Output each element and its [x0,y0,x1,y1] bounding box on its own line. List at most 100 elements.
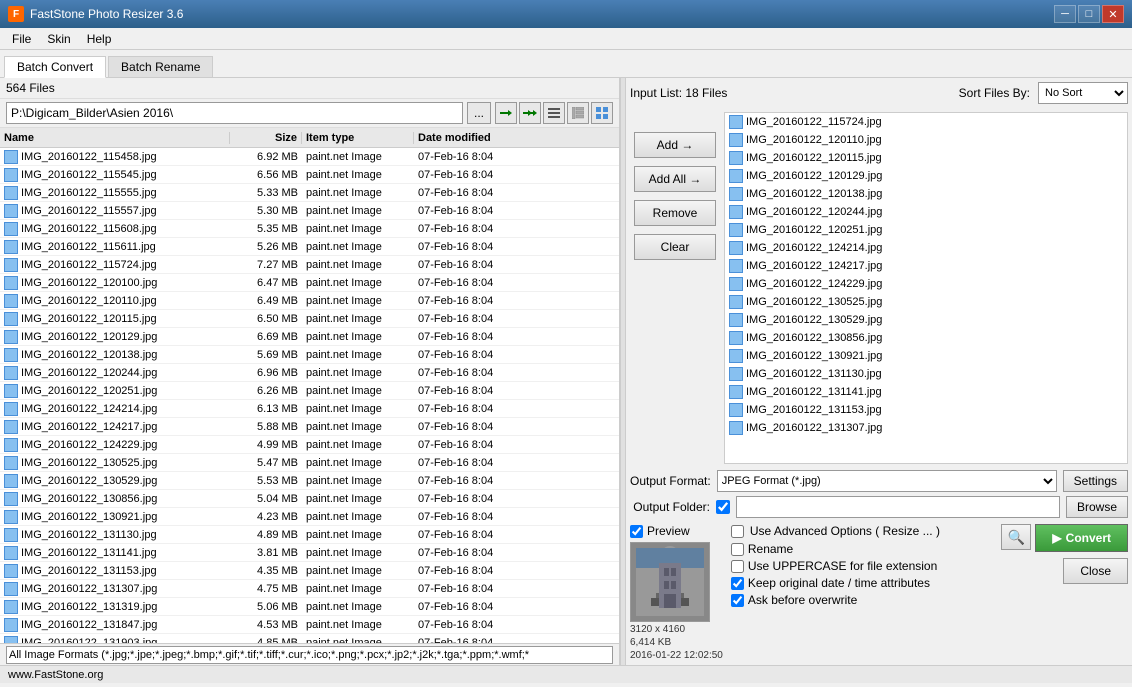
file-icon [4,546,18,560]
list-item[interactable]: IMG_20160122_124217.jpg [725,257,1127,275]
add-button[interactable]: Add → [634,132,716,158]
preview-label: Preview [647,524,690,538]
list-item[interactable]: IMG_20160122_130525.jpg [725,293,1127,311]
menu-file[interactable]: File [4,30,39,48]
table-row[interactable]: IMG_20160122_120251.jpg 6.26 MB paint.ne… [0,382,619,400]
file-date: 07-Feb-16 8:04 [414,439,534,451]
path-input[interactable] [6,102,463,124]
table-row[interactable]: IMG_20160122_124214.jpg 6.13 MB paint.ne… [0,400,619,418]
remove-button[interactable]: Remove [634,200,716,226]
list-item[interactable]: IMG_20160122_120138.jpg [725,185,1127,203]
col-header-name[interactable]: Name [0,132,230,144]
convert-button[interactable]: ▶ Convert [1035,524,1128,552]
table-row[interactable]: IMG_20160122_131903.jpg 4.85 MB paint.ne… [0,634,619,643]
table-row[interactable]: IMG_20160122_115557.jpg 5.30 MB paint.ne… [0,202,619,220]
output-folder-checkbox[interactable] [716,500,730,514]
col-header-size[interactable]: Size [230,132,302,144]
table-row[interactable]: IMG_20160122_120110.jpg 6.49 MB paint.ne… [0,292,619,310]
list-item[interactable]: IMG_20160122_124214.jpg [725,239,1127,257]
table-row[interactable]: IMG_20160122_115555.jpg 5.33 MB paint.ne… [0,184,619,202]
ask-overwrite-checkbox[interactable] [731,594,744,607]
input-list-label: Input List: 18 Files [630,86,727,100]
table-row[interactable]: IMG_20160122_131847.jpg 4.53 MB paint.ne… [0,616,619,634]
list-item[interactable]: IMG_20160122_130529.jpg [725,311,1127,329]
table-row[interactable]: IMG_20160122_130856.jpg 5.04 MB paint.ne… [0,490,619,508]
tab-batch-convert[interactable]: Batch Convert [4,56,106,78]
minimize-button[interactable]: ─ [1054,5,1076,23]
view-details-btn[interactable] [567,102,589,124]
col-header-type[interactable]: Item type [302,132,414,144]
browse-path-button[interactable]: ... [467,102,491,124]
menu-help[interactable]: Help [79,30,120,48]
settings-button[interactable]: Settings [1063,470,1128,492]
list-item[interactable]: IMG_20160122_131141.jpg [725,383,1127,401]
add-to-list-icon-btn[interactable] [495,102,517,124]
table-row[interactable]: IMG_20160122_120100.jpg 6.47 MB paint.ne… [0,274,619,292]
keep-date-row: Keep original date / time attributes [731,576,994,590]
file-size: 4.75 MB [230,583,302,595]
file-icon [729,295,743,309]
close-window-button[interactable]: ✕ [1102,5,1124,23]
advanced-checkbox[interactable] [731,525,744,538]
menu-skin[interactable]: Skin [39,30,78,48]
table-row[interactable]: IMG_20160122_131307.jpg 4.75 MB paint.ne… [0,580,619,598]
table-row[interactable]: IMG_20160122_120138.jpg 5.69 MB paint.ne… [0,346,619,364]
table-row[interactable]: IMG_20160122_130525.jpg 5.47 MB paint.ne… [0,454,619,472]
add-all-icon-btn[interactable] [519,102,541,124]
list-item[interactable]: IMG_20160122_131153.jpg [725,401,1127,419]
file-type: paint.net Image [302,151,414,163]
list-item[interactable]: IMG_20160122_120110.jpg [725,131,1127,149]
rename-checkbox[interactable] [731,543,744,556]
list-item[interactable]: IMG_20160122_124229.jpg [725,275,1127,293]
list-item[interactable]: IMG_20160122_120251.jpg [725,221,1127,239]
tab-batch-rename[interactable]: Batch Rename [108,56,213,77]
browse-folder-button[interactable]: Browse [1066,496,1128,518]
table-row[interactable]: IMG_20160122_124229.jpg 4.99 MB paint.ne… [0,436,619,454]
table-row[interactable]: IMG_20160122_124217.jpg 5.88 MB paint.ne… [0,418,619,436]
list-item[interactable]: IMG_20160122_130856.jpg [725,329,1127,347]
table-row[interactable]: IMG_20160122_120244.jpg 6.96 MB paint.ne… [0,364,619,382]
view-thumbnails-btn[interactable] [591,102,613,124]
table-row[interactable]: IMG_20160122_131153.jpg 4.35 MB paint.ne… [0,562,619,580]
close-button[interactable]: Close [1063,558,1128,584]
table-row[interactable]: IMG_20160122_115724.jpg 7.27 MB paint.ne… [0,256,619,274]
col-header-date[interactable]: Date modified [414,132,534,144]
output-format-select[interactable]: JPEG Format (*.jpg) [717,470,1057,492]
list-item[interactable]: IMG_20160122_120115.jpg [725,149,1127,167]
keep-date-checkbox[interactable] [731,577,744,590]
search-button[interactable]: 🔍 [1001,524,1031,550]
uppercase-checkbox[interactable] [731,560,744,573]
table-row[interactable]: IMG_20160122_130921.jpg 4.23 MB paint.ne… [0,508,619,526]
table-row[interactable]: IMG_20160122_120129.jpg 6.69 MB paint.ne… [0,328,619,346]
file-size: 5.33 MB [230,187,302,199]
list-item[interactable]: IMG_20160122_131130.jpg [725,365,1127,383]
file-icon [4,528,18,542]
clear-button[interactable]: Clear [634,234,716,260]
list-item[interactable]: IMG_20160122_120129.jpg [725,167,1127,185]
table-row[interactable]: IMG_20160122_130529.jpg 5.53 MB paint.ne… [0,472,619,490]
restore-button[interactable]: □ [1078,5,1100,23]
table-row[interactable]: IMG_20160122_120115.jpg 6.50 MB paint.ne… [0,310,619,328]
table-row[interactable]: IMG_20160122_131141.jpg 3.81 MB paint.ne… [0,544,619,562]
table-row[interactable]: IMG_20160122_131319.jpg 5.06 MB paint.ne… [0,598,619,616]
file-size: 4.99 MB [230,439,302,451]
sort-select[interactable]: No SortNameDateSize [1038,82,1128,104]
list-item[interactable]: IMG_20160122_115724.jpg [725,113,1127,131]
table-row[interactable]: IMG_20160122_115458.jpg 6.92 MB paint.ne… [0,148,619,166]
output-format-row: Output Format: JPEG Format (*.jpg) Setti… [630,470,1128,492]
table-row[interactable]: IMG_20160122_115611.jpg 5.26 MB paint.ne… [0,238,619,256]
table-row[interactable]: IMG_20160122_131130.jpg 4.89 MB paint.ne… [0,526,619,544]
list-item[interactable]: IMG_20160122_131307.jpg [725,419,1127,437]
file-name: IMG_20160122_124217.jpg [0,420,230,434]
list-item[interactable]: IMG_20160122_120244.jpg [725,203,1127,221]
list-item[interactable]: IMG_20160122_130921.jpg [725,347,1127,365]
preview-checkbox[interactable] [630,525,643,538]
view-list-btn[interactable] [543,102,565,124]
output-folder-input[interactable] [736,496,1060,518]
path-bar: ... [0,99,619,128]
file-filter-input[interactable] [6,646,613,664]
file-size: 5.35 MB [230,223,302,235]
table-row[interactable]: IMG_20160122_115608.jpg 5.35 MB paint.ne… [0,220,619,238]
add-all-button[interactable]: Add All → [634,166,716,192]
table-row[interactable]: IMG_20160122_115545.jpg 6.56 MB paint.ne… [0,166,619,184]
